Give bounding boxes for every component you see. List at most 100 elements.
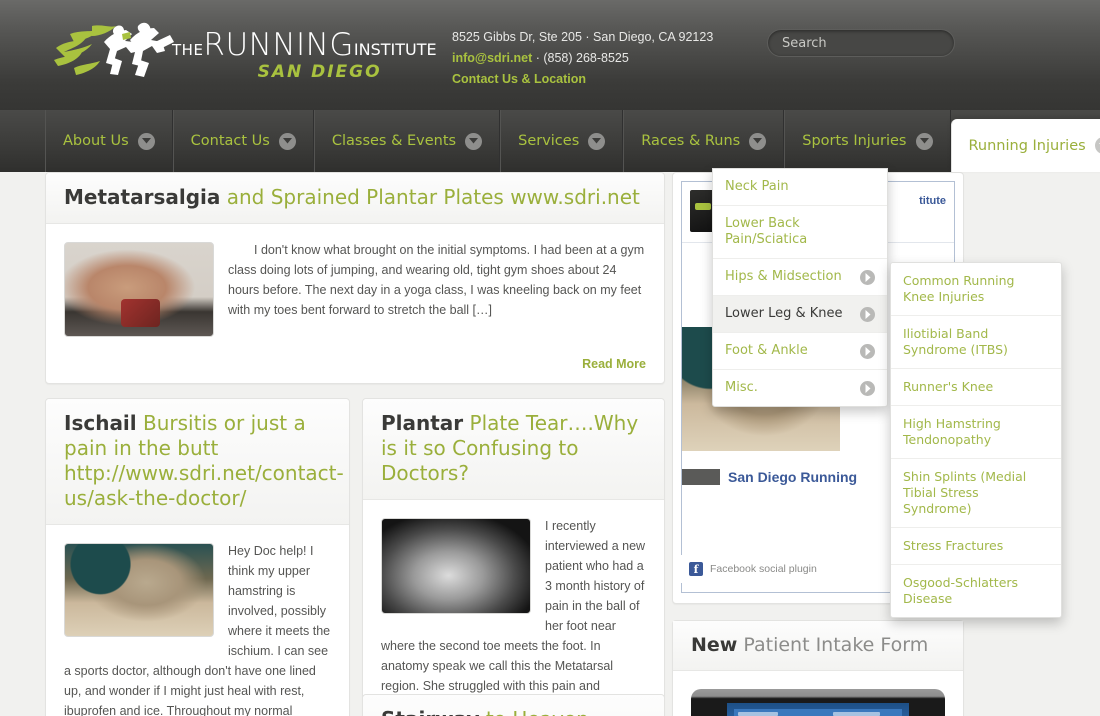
dropdown-item-label: Misc.: [725, 380, 758, 395]
intake-form-tablet-image[interactable]: [691, 689, 945, 716]
sidebar-intake-body: [673, 671, 963, 716]
article-card-stairway: Stairway to Heaven Featured in Runner's …: [362, 694, 665, 716]
submenu-item-runners-knee[interactable]: Runner's Knee: [891, 369, 1061, 406]
nav-item-classes-events[interactable]: Classes & Events: [313, 110, 501, 172]
article-title-lead: Metatarsalgia: [64, 185, 221, 209]
nav-label: Sports Injuries: [802, 133, 907, 149]
article-title-lead: Stairway: [381, 707, 480, 716]
dropdown-item-neck-pain[interactable]: Neck Pain: [713, 169, 887, 206]
nav-label: Running Injuries: [968, 137, 1086, 154]
dropdown-item-lower-leg-knee[interactable]: Lower Leg & Knee: [713, 296, 887, 333]
facebook-post-title: San Diego Running: [728, 469, 858, 485]
submenu-item-stress-fractures[interactable]: Stress Fractures: [891, 528, 1061, 565]
dropdown-item-lower-back-pain-sciatica[interactable]: Lower Back Pain/Sciatica: [713, 206, 887, 259]
sidebar-intake-title-lead: New: [691, 634, 738, 656]
chevron-down-icon: [588, 132, 606, 150]
nav-label: Contact Us: [190, 133, 270, 149]
dropdown-item-label: Lower Leg & Knee: [725, 306, 843, 321]
facebook-post-avatar: [682, 469, 720, 485]
dropdown-item-label: Hips & Midsection: [725, 269, 842, 284]
article-header: Metatarsalgia and Sprained Plantar Plate…: [46, 173, 664, 224]
logo-institute: INSTITUTE: [353, 40, 437, 59]
dropdown-item-label: Lower Back Pain/Sciatica: [725, 216, 808, 247]
dropdown-item-misc[interactable]: Misc.: [713, 370, 887, 406]
search-input[interactable]: [768, 30, 954, 56]
article-header: Ischail Bursitis or just a pain in the b…: [46, 399, 349, 525]
main-navigation-bar: About Us Contact Us Classes & Events Ser…: [0, 110, 1100, 172]
address-text: 8525 Gibbs Dr, Ste 205 · San Diego, CA 9…: [452, 30, 714, 44]
chevron-down-icon: [465, 132, 483, 150]
dropdown-item-label: Foot & Ankle: [725, 343, 808, 358]
chevron-right-icon: [860, 380, 875, 396]
sidebar-intake-title: New Patient Intake Form: [673, 621, 963, 671]
email-link[interactable]: info@sdri.net: [452, 51, 532, 65]
site-header: THERUNNINGINSTITUTE SAN DIEGO 8525 Gibbs…: [0, 0, 1100, 110]
article-title-lead: Plantar: [381, 411, 464, 435]
read-more-link[interactable]: Read More: [46, 355, 664, 383]
header-contact-info: 8525 Gibbs Dr, Ste 205 · San Diego, CA 9…: [452, 27, 752, 90]
article-card-plantar: Plantar Plate Tear….Why is it so Confusi…: [362, 398, 665, 716]
article-thumbnail-xray-image[interactable]: [381, 518, 531, 614]
dropdown-item-hips-midsection[interactable]: Hips & Midsection: [713, 259, 887, 296]
article-thumbnail-calf-image[interactable]: [64, 242, 214, 337]
article-header: Plantar Plate Tear….Why is it so Confusi…: [363, 399, 664, 500]
article-title-lead: Ischail: [64, 411, 137, 435]
chevron-down-icon: [1094, 137, 1100, 154]
nav-label: Services: [518, 133, 580, 149]
nav-item-running-injuries[interactable]: Running Injuries: [950, 119, 1100, 172]
lower-leg-knee-submenu: Common Running Knee Injuries Iliotibial …: [890, 262, 1062, 618]
logo-running: RUNNING: [203, 27, 354, 63]
chevron-down-icon: [749, 132, 767, 150]
main-content-column: Metatarsalgia and Sprained Plantar Plate…: [45, 172, 665, 716]
facebook-icon: f: [689, 562, 703, 576]
tablet-screen-line: [832, 712, 881, 716]
logo-wordmark: THERUNNINGINSTITUTE SAN DIEGO: [172, 27, 437, 83]
nav-items-container: About Us Contact Us Classes & Events Ser…: [45, 110, 1100, 172]
dropdown-item-foot-ankle[interactable]: Foot & Ankle: [713, 333, 887, 370]
phone-text: (858) 268-8525: [543, 51, 629, 65]
submenu-item-common-running-knee-injuries[interactable]: Common Running Knee Injuries: [891, 263, 1061, 316]
article-column-left: Ischail Bursitis or just a pain in the b…: [45, 398, 350, 716]
logo-the: THE: [172, 41, 204, 59]
article-body: I don't know what brought on the initial…: [46, 224, 664, 355]
running-injuries-dropdown-menu: Neck Pain Lower Back Pain/Sciatica Hips …: [712, 168, 888, 407]
article-title[interactable]: Plantar Plate Tear….Why is it so Confusi…: [381, 411, 646, 486]
email-phone-separator: ·: [532, 51, 544, 65]
two-column-articles: Ischail Bursitis or just a pain in the b…: [45, 398, 665, 716]
nav-item-contact-us[interactable]: Contact Us: [172, 110, 314, 172]
submenu-item-shin-splints[interactable]: Shin Splints (Medial Tibial Stress Syndr…: [891, 459, 1061, 528]
nav-label: Classes & Events: [331, 133, 457, 149]
chevron-down-icon: [915, 132, 933, 150]
article-title[interactable]: Stairway to Heaven Featured in Runner's …: [381, 707, 646, 716]
submenu-item-osgood-schlatters-disease[interactable]: Osgood-Schlatters Disease: [891, 565, 1061, 617]
email-phone-line: info@sdri.net · (858) 268-8525: [452, 48, 752, 69]
nav-item-races-runs[interactable]: Races & Runs: [623, 110, 785, 172]
facebook-plugin-label: Facebook social plugin: [710, 563, 817, 575]
article-header: Stairway to Heaven Featured in Runner's …: [363, 695, 664, 716]
logo-san-diego: SAN DIEGO: [257, 62, 382, 82]
nav-item-sports-injuries[interactable]: Sports Injuries: [784, 110, 951, 172]
sidebar-intake-title-rest: Patient Intake Form: [737, 634, 929, 656]
article-thumbnail-hamstring-image[interactable]: [64, 543, 214, 637]
search-box[interactable]: [767, 29, 955, 57]
tablet-screen-line: [737, 712, 778, 716]
article-title[interactable]: Ischail Bursitis or just a pain in the b…: [64, 411, 344, 511]
article-body: Hey Doc help! I think my upper hamstring…: [46, 525, 349, 716]
submenu-item-iliotibial-band-syndrome[interactable]: Iliotibial Band Syndrome (ITBS): [891, 316, 1061, 369]
running-flame-logo-icon: [54, 22, 174, 77]
contact-us-location-link[interactable]: Contact Us & Location: [452, 69, 752, 90]
tablet-screen: [726, 703, 910, 716]
article-excerpt-text: I don't know what brought on the initial…: [228, 243, 645, 317]
article-column-right: Plantar Plate Tear….Why is it so Confusi…: [362, 398, 665, 716]
site-logo[interactable]: THERUNNINGINSTITUTE SAN DIEGO: [52, 16, 437, 86]
submenu-item-high-hamstring-tendonopathy[interactable]: High Hamstring Tendonopathy: [891, 406, 1061, 459]
nav-item-services[interactable]: Services: [500, 110, 624, 172]
nav-label: About Us: [63, 133, 129, 149]
sidebar-intake-form-card: New Patient Intake Form: [672, 620, 964, 716]
article-title-rest: and Sprained Plantar Plates www.sdri.net: [220, 185, 640, 209]
chevron-right-icon: [860, 306, 875, 322]
article-card-ischail: Ischail Bursitis or just a pain in the b…: [45, 398, 350, 716]
article-title[interactable]: Metatarsalgia and Sprained Plantar Plate…: [64, 185, 646, 210]
chevron-right-icon: [860, 269, 875, 285]
nav-item-about-us[interactable]: About Us: [45, 110, 173, 172]
